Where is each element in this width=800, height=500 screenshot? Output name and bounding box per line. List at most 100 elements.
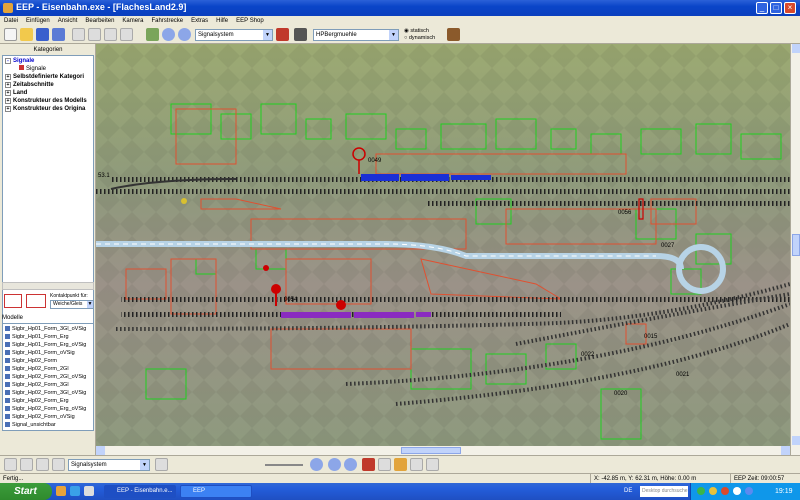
model-item[interactable]: Sigbr_Hp02_Form_3Gl_oVSig <box>5 389 86 397</box>
tray-icon[interactable] <box>733 487 741 495</box>
settings-icon[interactable] <box>378 458 391 471</box>
model-item[interactable]: Sigbr_Hp02_Form_Erg_oVSig <box>5 405 86 413</box>
collapse-icon[interactable]: - <box>5 58 11 64</box>
minimize-button[interactable]: _ <box>756 2 768 14</box>
menu-bearbeiten[interactable]: Bearbeiten <box>81 16 118 26</box>
train-blue[interactable] <box>401 174 449 181</box>
menu-fahrstrecke[interactable]: Fahrstrecke <box>147 16 187 26</box>
model-item[interactable]: Sigbr_Hp01_Form_oVSig <box>5 349 75 357</box>
expand-icon[interactable]: + <box>5 90 11 96</box>
redo-arrow-icon[interactable] <box>426 458 439 471</box>
task-eep[interactable]: EEP <box>180 485 252 498</box>
tree-item-zeitabschnitte[interactable]: + Zeitabschnitte <box>5 81 54 89</box>
model-item[interactable]: Sigbr_Hp02_Form <box>5 357 57 365</box>
train-blue[interactable] <box>361 174 399 181</box>
tree-item-land[interactable]: + Land <box>5 89 27 97</box>
delete-contact-icon[interactable] <box>4 294 22 308</box>
menu-extras[interactable]: Extras <box>187 16 212 26</box>
menu-datei[interactable]: Datei <box>0 16 22 26</box>
track-viewport[interactable]: 0049 0054 0056 0027 0022 0021 0020 0015 … <box>96 44 790 455</box>
quicklaunch-icon[interactable] <box>56 486 66 496</box>
grid-icon[interactable] <box>4 458 17 471</box>
model-item[interactable]: Signal_unsichtbar <box>5 421 56 429</box>
tray-icon[interactable] <box>697 487 705 495</box>
menu-kamera[interactable]: Kamera <box>118 16 147 26</box>
quicklaunch-icon[interactable] <box>84 486 94 496</box>
tray-icon[interactable] <box>709 487 717 495</box>
contact-point-icon[interactable] <box>26 294 46 308</box>
text-icon[interactable] <box>20 458 33 471</box>
scroll-right-button[interactable] <box>781 446 790 455</box>
cut-icon[interactable] <box>72 28 85 41</box>
layer-select[interactable]: Signalsystem ▼ <box>195 29 273 41</box>
menu-einfuegen[interactable]: Einfügen <box>22 16 54 26</box>
tree-item-selbstdefiniert[interactable]: + Selbstdefinierte Kategori <box>5 73 84 81</box>
undo-icon[interactable] <box>52 458 65 471</box>
undo-arrow-icon[interactable] <box>410 458 423 471</box>
viewport-hscrollbar[interactable] <box>96 446 790 455</box>
model-item[interactable]: Sigbr_Hp02_Form_Erg <box>5 397 69 405</box>
signal-tool-icon[interactable] <box>294 28 307 41</box>
scroll-up-button[interactable] <box>792 44 800 53</box>
language-indicator[interactable]: DE <box>624 486 632 497</box>
expand-icon[interactable]: + <box>5 82 11 88</box>
zoom-out-icon[interactable] <box>178 28 191 41</box>
model-item[interactable]: Sigbr_Hp01_Form_Erg <box>5 333 69 341</box>
menu-hilfe[interactable]: Hilfe <box>212 16 232 26</box>
model-item[interactable]: Sigbr_Hp01_Form_Erg_oVSig <box>5 341 86 349</box>
paste-icon[interactable] <box>104 28 117 41</box>
model-item[interactable]: Sigbr_Hp02_Form_3Gl <box>5 381 69 389</box>
task-eep-eisenbahn[interactable]: EEP - Eisenbahn.e... <box>104 485 176 498</box>
desktop-search-input[interactable]: Desktop durchsuchen <box>640 486 688 497</box>
menu-eep-shop[interactable]: EEP Shop <box>232 16 268 26</box>
vscroll-thumb[interactable] <box>792 234 800 256</box>
rotate-icon[interactable] <box>36 458 49 471</box>
new-file-icon[interactable] <box>4 28 17 41</box>
save-icon[interactable] <box>36 28 49 41</box>
train-blue[interactable] <box>451 175 491 180</box>
zoom-out-icon[interactable] <box>344 458 357 471</box>
tree-item-signale-sub[interactable]: Signale <box>19 65 46 73</box>
track-plan-canvas[interactable]: 0049 0054 0056 0027 0022 0021 0020 0015 … <box>96 44 790 446</box>
zoom-in-icon[interactable] <box>162 28 175 41</box>
signal-icon[interactable] <box>271 284 281 294</box>
camera-icon[interactable] <box>310 458 323 471</box>
object-select[interactable]: HPBergmuehle ▼ <box>313 29 399 41</box>
radio-static[interactable]: ◉ statisch <box>404 28 435 35</box>
train-icon[interactable] <box>362 458 375 471</box>
expand-icon[interactable]: + <box>5 74 11 80</box>
model-item[interactable]: Sigbr_Hp02_Form_2Gl_oVSig <box>5 373 86 381</box>
hscroll-thumb[interactable] <box>401 447 461 454</box>
copy-icon[interactable] <box>88 28 101 41</box>
viewport-vscrollbar[interactable] <box>790 44 800 455</box>
expand-icon[interactable]: + <box>5 106 11 112</box>
tree-item-signale[interactable]: - Signale <box>5 57 34 65</box>
zoom-in-icon[interactable] <box>328 458 341 471</box>
object-icon[interactable] <box>394 458 407 471</box>
model-item[interactable]: Sigbr_Hp02_Form_2Gl <box>5 365 69 373</box>
model-list[interactable]: Sigbr_Hp01_Form_3Gl_oVSig Sigbr_Hp01_For… <box>2 323 94 431</box>
contact-point-icon[interactable] <box>181 198 187 204</box>
tray-icon[interactable] <box>745 487 753 495</box>
model-item[interactable]: Sigbr_Hp02_Form_oVSig <box>5 413 75 421</box>
quicklaunch-icon[interactable] <box>70 486 80 496</box>
menu-ansicht[interactable]: Ansicht <box>54 16 82 26</box>
bottom-layer-select[interactable]: Signalsystem ▼ <box>68 459 150 471</box>
model-item[interactable]: Sigbr_Hp01_Form_3Gl_oVSig <box>5 325 86 333</box>
terrain-icon[interactable] <box>146 28 159 41</box>
signal-icon[interactable] <box>336 300 346 310</box>
tools-icon[interactable] <box>447 28 460 41</box>
kontakt-select[interactable]: Weiche/Gleis ▼ <box>50 300 94 309</box>
tree-hscrollbar[interactable] <box>2 282 94 290</box>
expand-icon[interactable]: + <box>5 98 11 104</box>
radio-dynamic[interactable]: ○ dynamisch <box>404 35 435 42</box>
start-button[interactable]: Start <box>0 483 52 500</box>
height-slider[interactable] <box>265 464 303 466</box>
save-as-icon[interactable] <box>52 28 65 41</box>
scroll-left-button[interactable] <box>96 446 105 455</box>
open-folder-icon[interactable] <box>20 28 33 41</box>
train-purple[interactable] <box>416 312 431 317</box>
tray-icon[interactable] <box>721 487 729 495</box>
scroll-down-button[interactable] <box>792 436 800 445</box>
close-button[interactable]: × <box>784 2 796 14</box>
